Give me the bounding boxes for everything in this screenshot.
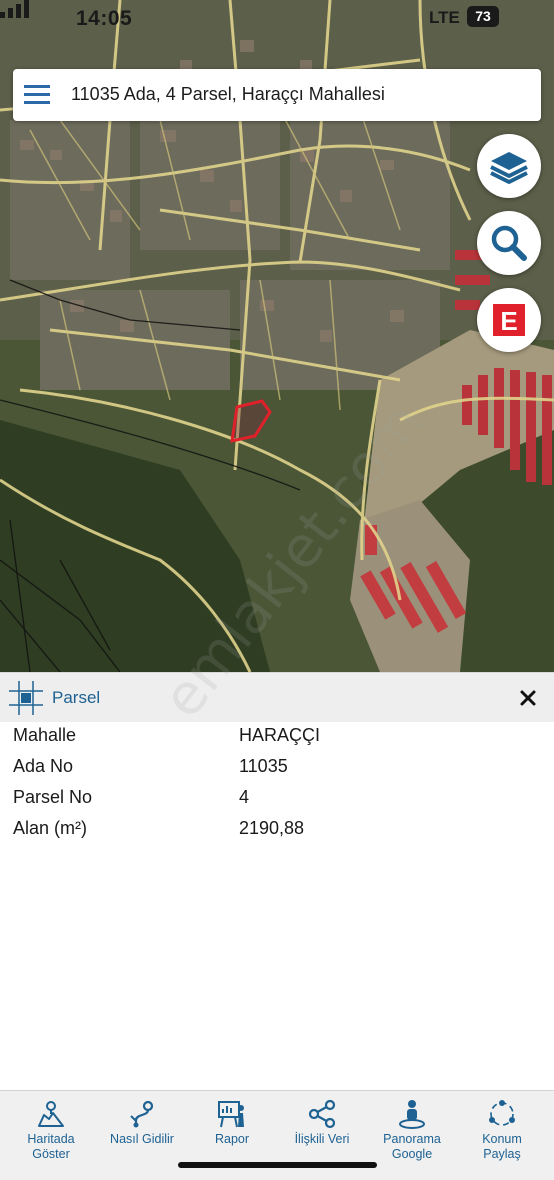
info-label: Ada No — [13, 756, 74, 776]
nav-nasil-gidilir[interactable]: Nasıl Gidilir — [96, 1099, 188, 1169]
nav-rapor[interactable]: Rapor — [186, 1099, 278, 1169]
home-indicator — [178, 1162, 377, 1168]
map-pin-icon — [38, 1101, 64, 1127]
parcel-panel-header: Parsel — [0, 672, 554, 722]
location-share-icon — [489, 1100, 515, 1126]
report-icon — [218, 1101, 244, 1128]
panel-title: Parsel — [52, 688, 101, 707]
info-label: Mahalle — [13, 725, 77, 745]
battery-indicator: 73 — [467, 6, 499, 27]
info-value: 11035 — [239, 756, 288, 776]
share-icon — [308, 1099, 336, 1129]
street-view-icon — [399, 1100, 425, 1129]
map-search-button[interactable] — [477, 211, 541, 275]
info-value: HARAÇÇI — [239, 725, 321, 745]
info-label: Alan (m²) — [13, 818, 88, 838]
info-row-ada-no: Ada No 11035 — [0, 753, 554, 784]
nav-label: Konum Paylaş — [482, 1132, 522, 1161]
nav-label: Rapor — [214, 1132, 250, 1146]
satellite-map[interactable]: 14:05 LTE 73 11035 Ada, 4 Parsel, Haraçç… — [0, 0, 554, 672]
search-query-text[interactable]: 11035 Ada, 4 Parsel, Haraççı Mahallesi — [71, 84, 385, 105]
nav-haritada-goster[interactable]: Haritada Göster — [5, 1099, 97, 1169]
parcel-info-list: Mahalle HARAÇÇI Ada No 11035 Parsel No 4… — [0, 722, 554, 846]
nav-iliskili-veri[interactable]: İlişkili Veri — [276, 1099, 368, 1169]
e-button[interactable]: E — [477, 288, 541, 352]
layers-icon — [490, 152, 528, 184]
layers-button[interactable] — [477, 134, 541, 198]
search-bar[interactable]: 11035 Ada, 4 Parsel, Haraççı Mahallesi — [13, 69, 541, 121]
close-icon[interactable] — [516, 686, 540, 710]
hamburger-menu-icon[interactable] — [24, 82, 52, 108]
info-row-alan: Alan (m²) 2190,88 — [0, 815, 554, 846]
status-bar: 14:05 LTE 73 — [0, 0, 554, 40]
svg-text:E: E — [500, 306, 517, 336]
parcel-grid-icon — [9, 681, 43, 715]
network-type: LTE — [429, 8, 460, 27]
nav-panorama-google[interactable]: Panorama Google — [366, 1099, 458, 1169]
nav-label: Haritada Göster — [27, 1132, 75, 1161]
signal-icon — [0, 0, 29, 18]
info-label: Parsel No — [13, 787, 93, 807]
route-icon — [130, 1100, 154, 1128]
search-icon — [491, 225, 527, 261]
info-row-mahalle: Mahalle HARAÇÇI — [0, 722, 554, 753]
status-time: 14:05 — [76, 7, 133, 30]
nav-konum-paylas[interactable]: Konum Paylaş — [456, 1099, 548, 1169]
info-value: 4 — [239, 787, 250, 807]
info-row-parsel-no: Parsel No 4 — [0, 784, 554, 815]
nav-label: İlişkili Veri — [294, 1132, 350, 1146]
nav-label: Panorama Google — [383, 1132, 441, 1161]
info-value: 2190,88 — [239, 818, 305, 838]
nav-label: Nasıl Gidilir — [110, 1132, 174, 1146]
e-icon: E — [493, 304, 525, 336]
